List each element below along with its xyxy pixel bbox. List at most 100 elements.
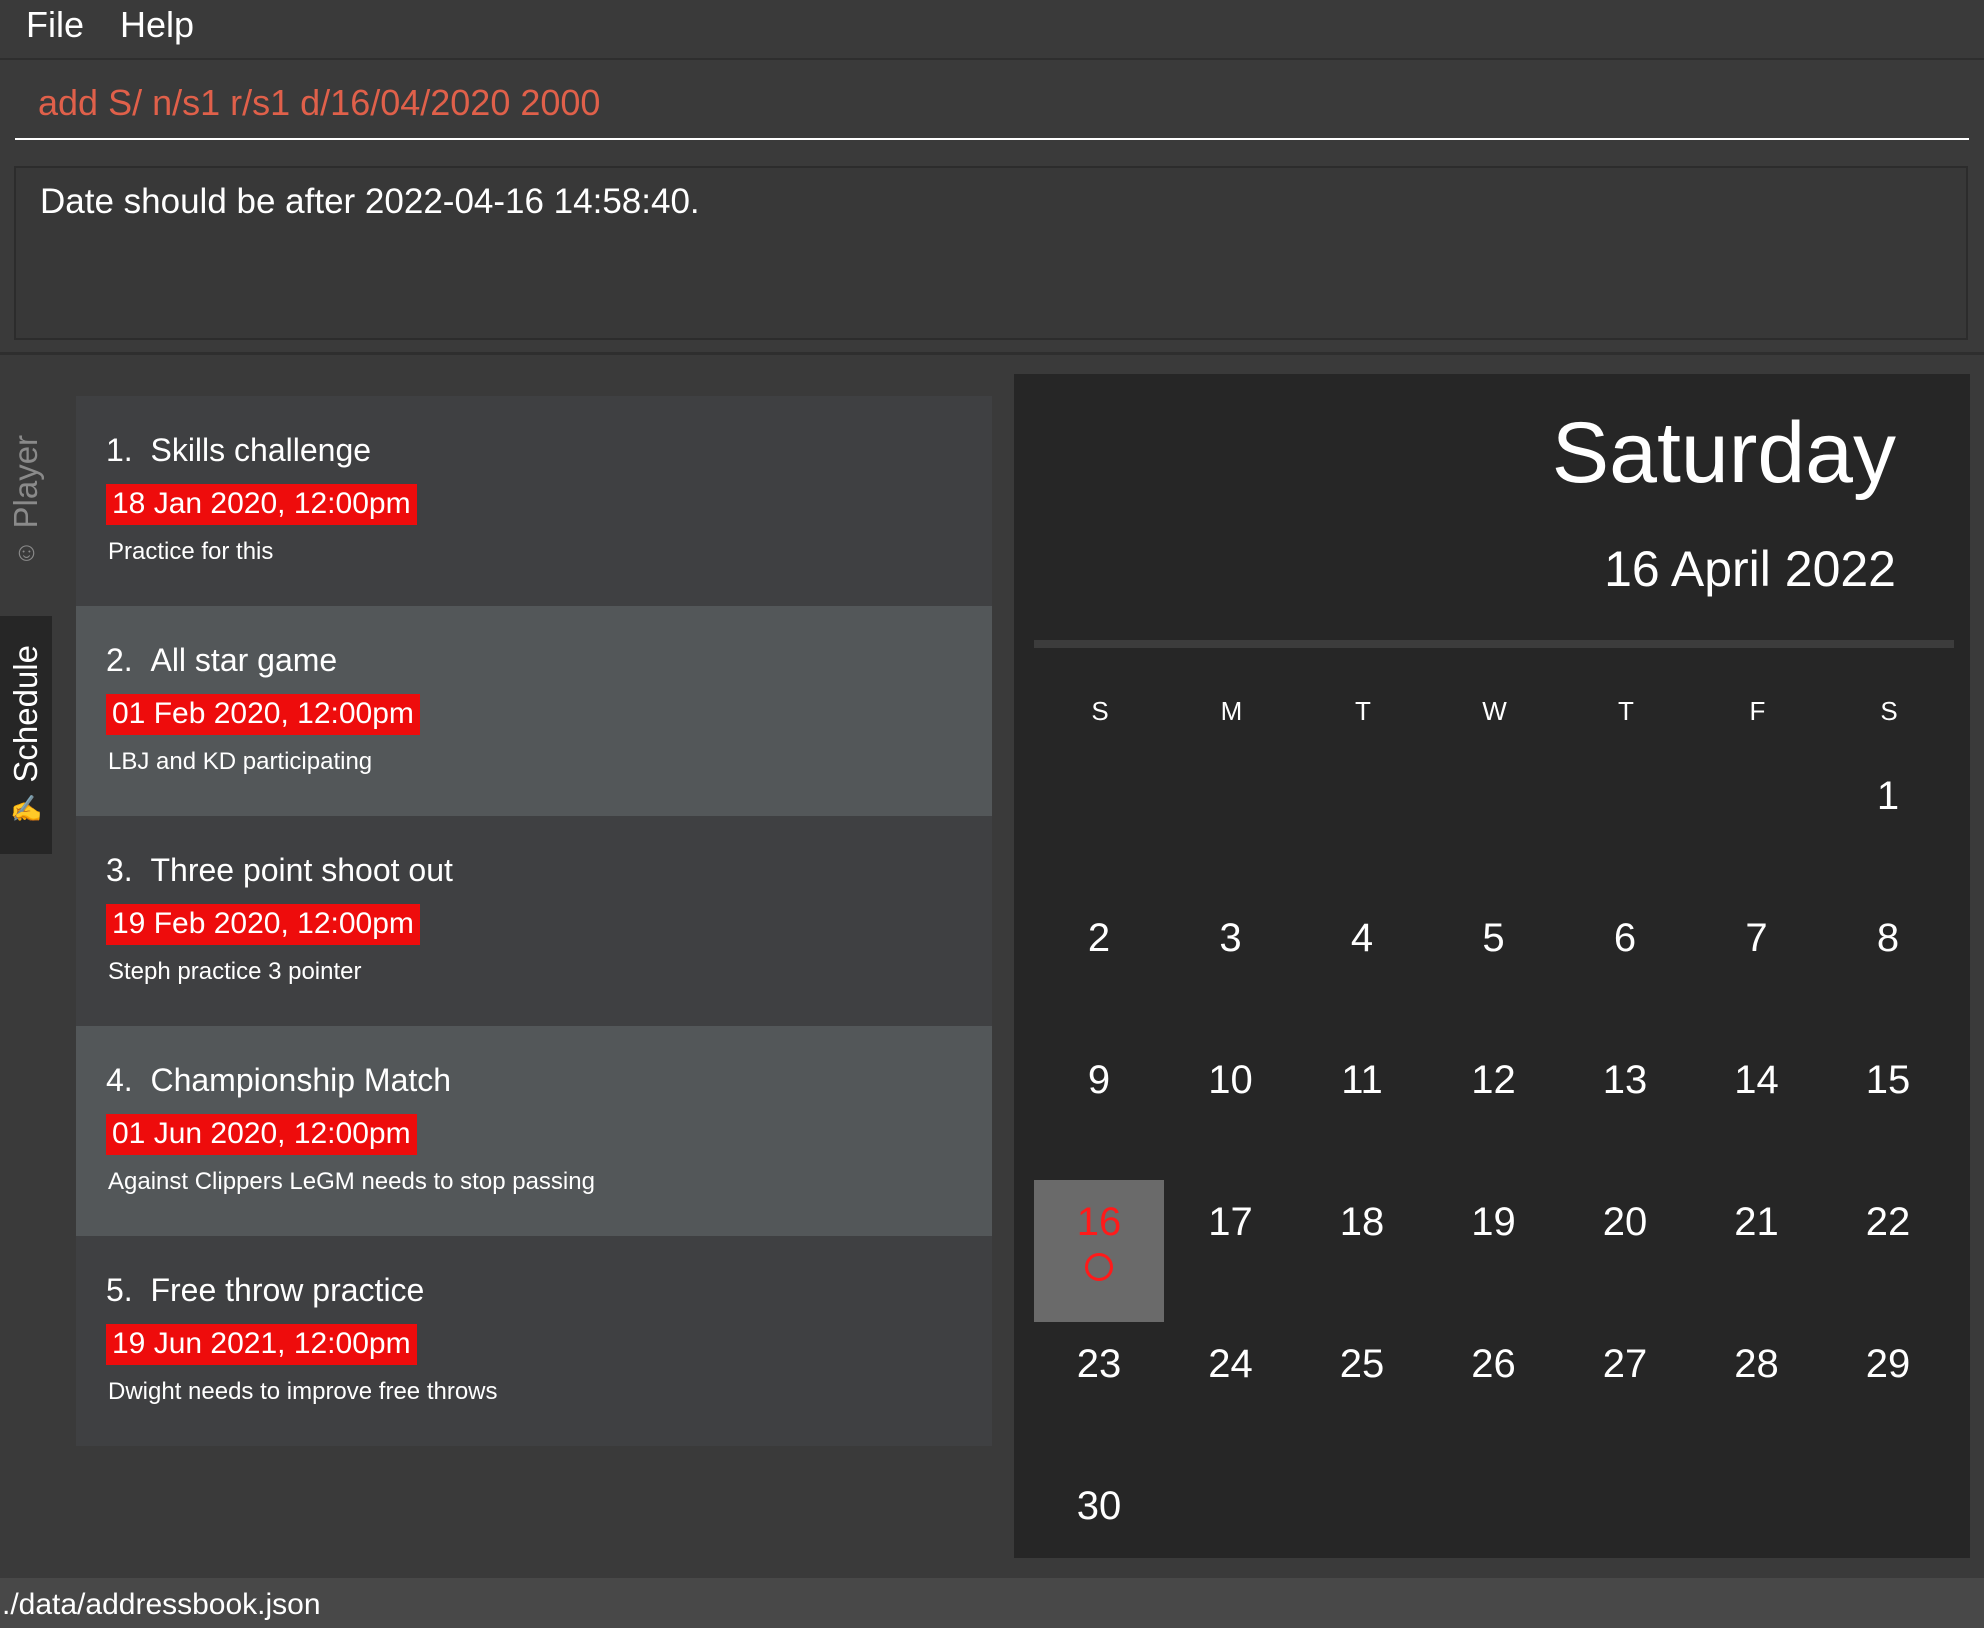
- weekday-header: M: [1220, 696, 1243, 726]
- schedule-card[interactable]: 5. Free throw practice 19 Jun 2021, 12:0…: [76, 1236, 992, 1446]
- calendar-day-number: 1: [1876, 774, 1900, 818]
- schedule-card[interactable]: 4. Championship Match 01 Jun 2020, 12:00…: [76, 1026, 992, 1236]
- calendar-date: 16 April 2022: [1604, 541, 1896, 597]
- schedule-date-badge: 01 Feb 2020, 12:00pm: [106, 694, 420, 735]
- schedule-date-badge: 18 Jan 2020, 12:00pm: [106, 484, 417, 525]
- calendar-day-number: 9: [1087, 1058, 1111, 1102]
- calendar-day-number: 19: [1471, 1200, 1516, 1244]
- weekday-header: T: [1355, 696, 1371, 726]
- calendar-day[interactable]: 7: [1692, 896, 1822, 1038]
- calendar-day[interactable]: 21: [1692, 1180, 1822, 1322]
- calendar-day[interactable]: 24: [1166, 1322, 1296, 1464]
- calendar-day-number: 6: [1613, 916, 1637, 960]
- calendar-day-number: 3: [1219, 916, 1242, 960]
- calendar-day[interactable]: 15: [1823, 1038, 1953, 1180]
- schedule-card[interactable]: 1. Skills challenge 18 Jan 2020, 12:00pm…: [76, 396, 992, 606]
- weekday-header: F: [1749, 696, 1766, 726]
- tab-player[interactable]: ☺ Player: [0, 410, 52, 590]
- calendar-day[interactable]: 9: [1034, 1038, 1164, 1180]
- calendar-day-number: 15: [1865, 1058, 1911, 1102]
- command-input[interactable]: add S/ n/s1 r/s1 d/16/04/2020 2000: [38, 82, 600, 124]
- calendar-day[interactable]: 28: [1692, 1322, 1822, 1464]
- calendar-day-number: 4: [1350, 916, 1374, 960]
- calendar-day-number: 20: [1602, 1200, 1648, 1244]
- calendar-divider: [1034, 640, 1954, 648]
- calendar-day[interactable]: 19: [1429, 1180, 1559, 1322]
- calendar-day-number: 24: [1208, 1342, 1253, 1386]
- schedule-date-badge: 19 Jun 2021, 12:00pm: [106, 1324, 417, 1365]
- calendar-day[interactable]: 12: [1429, 1038, 1559, 1180]
- calendar-day-number: 10: [1208, 1058, 1253, 1102]
- schedule-description: Dwight needs to improve free throws: [108, 1378, 498, 1405]
- calendar-day-number: 12: [1471, 1058, 1516, 1102]
- schedule-description: Against Clippers LeGM needs to stop pass…: [108, 1168, 595, 1195]
- calendar-day-today[interactable]: 16: [1034, 1180, 1164, 1322]
- calendar-day[interactable]: 23: [1034, 1322, 1164, 1464]
- calendar-day-number: 8: [1876, 916, 1900, 960]
- result-display: Date should be after 2022-04-16 14:58:40…: [14, 166, 1968, 340]
- calendar-day-number: 25: [1339, 1342, 1385, 1386]
- schedule-description: Steph practice 3 pointer: [108, 958, 362, 985]
- calendar-day-number: 18: [1339, 1200, 1385, 1244]
- calendar-day-number: 27: [1602, 1342, 1648, 1386]
- weekday-header: T: [1618, 696, 1634, 726]
- calendar-day[interactable]: 4: [1297, 896, 1427, 1038]
- calendar-day[interactable]: 6: [1560, 896, 1690, 1038]
- calendar-day[interactable]: 20: [1560, 1180, 1690, 1322]
- calendar-day[interactable]: 8: [1823, 896, 1953, 1038]
- smiley-icon: ☺: [12, 536, 40, 567]
- calendar-day-number: 21: [1734, 1200, 1779, 1244]
- calendar-day-number: 16: [1076, 1200, 1122, 1244]
- menu-file[interactable]: File: [26, 4, 84, 46]
- event-marker-icon: [1085, 1253, 1113, 1281]
- command-box[interactable]: add S/ n/s1 r/s1 d/16/04/2020 2000: [0, 60, 1984, 154]
- result-message: Date should be after 2022-04-16 14:58:40…: [40, 182, 700, 221]
- schedule-title: 5. Free throw practice: [106, 1272, 425, 1308]
- tab-schedule-label: Schedule: [7, 645, 44, 783]
- calendar-day[interactable]: 14: [1692, 1038, 1822, 1180]
- schedule-card[interactable]: 2. All star game 01 Feb 2020, 12:00pm LB…: [76, 606, 992, 816]
- schedule-card[interactable]: 3. Three point shoot out 19 Feb 2020, 12…: [76, 816, 992, 1026]
- calendar-day[interactable]: 2: [1034, 896, 1164, 1038]
- calendar-day[interactable]: 1: [1823, 754, 1953, 896]
- calendar-day[interactable]: 3: [1166, 896, 1296, 1038]
- schedule-description: LBJ and KD participating: [108, 748, 373, 775]
- menu-help[interactable]: Help: [120, 4, 194, 46]
- calendar-day[interactable]: 13: [1560, 1038, 1690, 1180]
- calendar-day[interactable]: 25: [1297, 1322, 1427, 1464]
- calendar-day[interactable]: 5: [1429, 896, 1559, 1038]
- calendar-day[interactable]: 29: [1823, 1322, 1953, 1464]
- schedule-list: 1. Skills challenge 18 Jan 2020, 12:00pm…: [76, 396, 992, 1446]
- calendar-day-number: 26: [1471, 1342, 1516, 1386]
- schedule-title: 4. Championship Match: [106, 1062, 452, 1098]
- tab-player-label: Player: [7, 434, 44, 529]
- calendar-day-number: 14: [1734, 1058, 1779, 1102]
- calendar-day-number: 28: [1734, 1342, 1779, 1386]
- schedule-title: 2. All star game: [106, 642, 338, 678]
- calendar-day-number: 22: [1865, 1200, 1911, 1244]
- calendar-day[interactable]: 26: [1429, 1322, 1559, 1464]
- weekday-header: S: [1091, 696, 1109, 726]
- calendar-day-number: 11: [1341, 1058, 1383, 1102]
- status-bar: ./data/addressbook.json: [0, 1578, 1984, 1628]
- calendar-day[interactable]: 11: [1297, 1038, 1427, 1180]
- calendar-panel: Saturday 16 April 2022 SMTWTFS1234567891…: [1014, 374, 1970, 1558]
- calendar-day[interactable]: 10: [1166, 1038, 1296, 1180]
- tab-schedule[interactable]: ✍ Schedule: [0, 616, 52, 854]
- save-location: ./data/addressbook.json: [2, 1588, 321, 1621]
- calendar-day-number: 5: [1482, 916, 1505, 960]
- calendar-day-number: 7: [1745, 916, 1768, 960]
- calendar-day-number: 23: [1076, 1342, 1122, 1386]
- divider: [0, 352, 1984, 355]
- calendar-day[interactable]: 27: [1560, 1322, 1690, 1464]
- calendar-day[interactable]: 17: [1166, 1180, 1296, 1322]
- calendar-pen-icon: ✍: [9, 793, 43, 824]
- schedule-title: 3. Three point shoot out: [106, 852, 453, 888]
- calendar-day[interactable]: 18: [1297, 1180, 1427, 1322]
- calendar-day[interactable]: 22: [1823, 1180, 1953, 1322]
- calendar-day-number: 17: [1208, 1200, 1253, 1244]
- schedule-date-badge: 01 Jun 2020, 12:00pm: [106, 1114, 417, 1155]
- command-underline: [15, 138, 1969, 140]
- menu-bar: File Help: [0, 0, 1984, 60]
- calendar-day-number: 13: [1602, 1058, 1648, 1102]
